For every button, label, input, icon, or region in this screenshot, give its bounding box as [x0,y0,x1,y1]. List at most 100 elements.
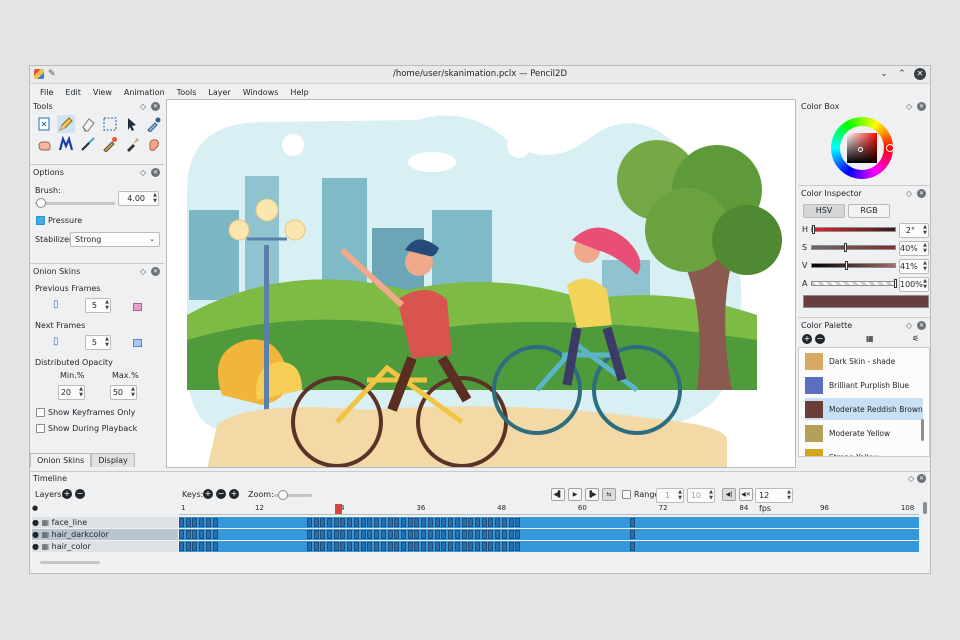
menu-windows[interactable]: Windows [237,88,285,97]
keyframe[interactable] [327,530,332,539]
add-key-icon[interactable]: + [203,489,213,499]
current-frame-marker[interactable] [334,504,342,514]
keyframe[interactable] [394,530,400,539]
play-icon[interactable]: ▶ [568,488,582,501]
palette-scrollbar[interactable] [921,419,924,441]
close-icon[interactable]: ✕ [151,102,160,111]
keyframe[interactable] [401,518,406,527]
keyframe[interactable] [468,530,474,539]
layer-visibility-icon[interactable]: ● [32,518,42,527]
menu-file[interactable]: File [34,88,59,97]
zoom-slider-handle[interactable] [278,490,288,500]
keyframe[interactable] [468,518,474,527]
menu-edit[interactable]: Edit [59,88,87,97]
close-icon[interactable]: ✕ [151,168,160,177]
range-checkbox[interactable] [622,490,631,499]
menu-help[interactable]: Help [284,88,314,97]
keyframe[interactable] [421,542,427,551]
keyframe[interactable] [347,518,353,527]
keyframe[interactable] [515,542,521,551]
play-back-icon[interactable]: ◀▌ [551,488,565,501]
bucket-tool-icon[interactable] [101,135,119,153]
keyframe[interactable] [501,518,507,527]
keyframe[interactable] [340,518,346,527]
keyframe[interactable] [441,518,447,527]
float-icon[interactable]: ◇ [140,166,146,179]
float-icon[interactable]: ◇ [140,265,146,278]
sound-scrub-icon[interactable]: ◀| [722,488,736,501]
float-icon[interactable]: ◇ [906,187,912,200]
previous-frames-spinbox[interactable]: 5 ▲ ▼ [85,298,111,313]
keyframe[interactable] [401,530,406,539]
keyframe[interactable] [427,518,433,527]
keyframe[interactable] [380,530,386,539]
visibility-all-icon[interactable]: ● [32,504,38,512]
timeline-scrollbar[interactable] [923,502,927,514]
keyframe[interactable] [192,530,198,539]
next-color-icon[interactable] [133,339,142,347]
rgb-mode-button[interactable]: RGB [848,204,890,218]
hsv-mode-button[interactable]: HSV [803,204,845,218]
minimize-icon[interactable]: ⌄ [878,69,890,79]
max-opacity-spinbox[interactable]: 50 ▲ ▼ [110,385,137,400]
keyframe[interactable] [461,518,467,527]
keyframe[interactable] [347,542,353,551]
channel-spinbox-s[interactable]: 40% ▲ ▼ [899,241,929,256]
range-to-spinbox[interactable]: 10 ▲ ▼ [687,488,715,503]
move-tool-icon[interactable] [123,115,141,133]
clear-tool-icon[interactable] [35,115,53,133]
channel-spinbox-a[interactable]: 100% ▲ ▼ [899,277,929,292]
keyframe[interactable] [179,530,184,539]
float-icon[interactable]: ◇ [140,100,146,113]
channel-marker-a[interactable] [894,279,897,288]
keyframe[interactable] [374,530,380,539]
keyframe[interactable] [475,518,480,527]
layer-row[interactable]: ● ▦ hair_darkcolor [32,529,178,540]
keyframe[interactable] [374,542,380,551]
keyframe[interactable] [192,542,198,551]
brush-slider[interactable] [35,202,115,205]
add-layer-icon[interactable]: + [62,489,72,499]
keyframe[interactable] [421,530,427,539]
keyframe[interactable] [387,542,393,551]
layer-row[interactable]: ● ▦ face_line [32,517,178,528]
keyframe[interactable] [481,530,487,539]
layer-visibility-icon[interactable]: ● [32,530,42,539]
keyframe[interactable] [427,530,433,539]
keyframe[interactable] [320,518,326,527]
frame-ruler[interactable]: 11224364860728496108 [179,504,919,515]
pen-tool-icon[interactable] [57,135,75,153]
keyframe[interactable] [461,542,467,551]
select-tool-icon[interactable] [101,115,119,133]
keyframe[interactable] [508,530,514,539]
during-playback-checkbox[interactable] [36,424,45,433]
keyframe[interactable] [515,518,521,527]
pressure-checkbox[interactable] [36,216,45,225]
keyframe[interactable] [394,542,400,551]
channel-marker-s[interactable] [844,243,848,252]
float-icon[interactable]: ◇ [908,472,914,485]
keyframe[interactable] [212,542,218,551]
keyframe[interactable] [454,518,460,527]
tab-onion-skins[interactable]: Onion Skins [30,453,92,467]
keyframe[interactable] [407,530,413,539]
layer-frames-track[interactable] [179,517,919,528]
keyframe[interactable] [347,530,353,539]
eyedropper-tool-icon[interactable] [145,115,163,133]
remove-layer-icon[interactable]: − [75,489,85,499]
keyframe[interactable] [340,530,346,539]
keyframe[interactable] [407,542,413,551]
keyframe[interactable] [501,542,507,551]
keyframe[interactable] [629,542,635,551]
keyframe[interactable] [212,518,218,527]
keyframe[interactable] [199,530,205,539]
keyframe[interactable] [434,518,440,527]
channel-spinbox-v[interactable]: 41% ▲ ▼ [899,259,929,274]
keyframe[interactable] [367,518,373,527]
keyframe[interactable] [380,542,386,551]
float-icon[interactable]: ◇ [906,100,912,113]
keyframe[interactable] [488,518,494,527]
keyframes-only-checkbox[interactable] [36,408,45,417]
channel-slider-v[interactable] [811,263,896,268]
keyframe[interactable] [327,542,332,551]
